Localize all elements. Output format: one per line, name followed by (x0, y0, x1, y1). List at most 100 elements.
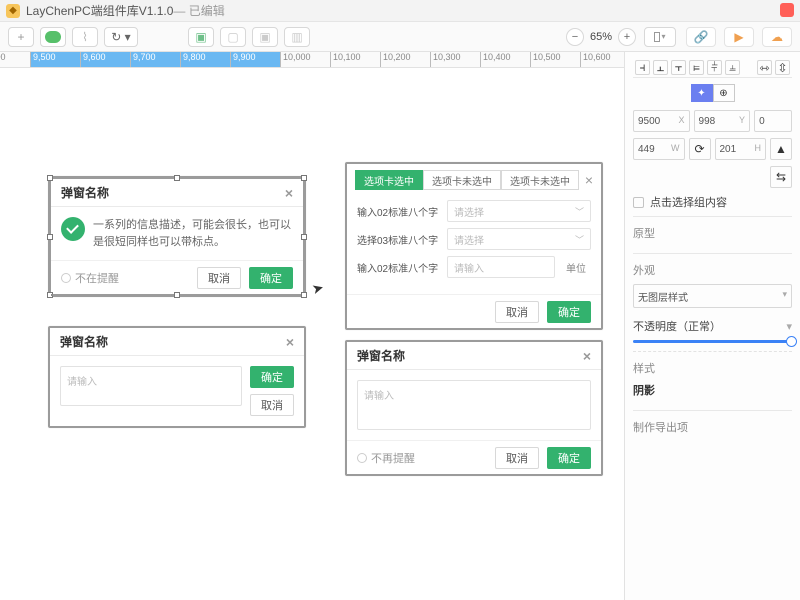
no-remind-checkbox[interactable]: 不再提醒 (357, 450, 415, 466)
dialog-description: 一系列的信息描述，可能会很长，也可以是很短同样也可以带标点。 (93, 217, 293, 250)
align-bottom-icon[interactable]: ⫨ (725, 60, 740, 75)
distribute-h-icon[interactable]: ⇿ (757, 60, 772, 75)
ruler-tick: 9,800 (180, 52, 230, 68)
opacity-slider[interactable] (633, 340, 792, 343)
inspector-mode-toggle: ✦ ⊕ (633, 84, 792, 102)
align-right-icon[interactable]: ⫟ (671, 60, 686, 75)
close-icon[interactable]: × (286, 334, 294, 350)
h-field[interactable]: 201H (715, 138, 767, 160)
opacity-label: 不透明度（正常） (633, 318, 721, 334)
play-button[interactable]: ▶ (724, 27, 754, 47)
cancel-button[interactable]: 取消 (495, 447, 539, 469)
union-button[interactable]: ▣ (188, 27, 214, 47)
cancel-button[interactable]: 取消 (250, 394, 294, 416)
ruler-tick: 10,200 (380, 52, 430, 68)
inspector-panel: ⫞ ⫠ ⫟ ⫢ ⫩ ⫨ ⇿ ⇳ ✦ ⊕ 9500X 998Y 0 449W ⟳ … (624, 52, 800, 600)
ok-button[interactable]: 确定 (249, 267, 293, 289)
zoom-controls: − 65% + (566, 28, 636, 46)
dialog-title: 弹窗名称 (357, 347, 405, 364)
section-export: 制作导出项 (633, 419, 792, 435)
align-center-h-icon[interactable]: ⫠ (653, 60, 668, 75)
subtract-button[interactable]: ▢ (220, 27, 246, 47)
align-center-v-icon[interactable]: ⫩ (707, 60, 722, 75)
section-shadow: 阴影 (633, 382, 792, 398)
zoom-out-button[interactable]: − (566, 28, 584, 46)
cancel-button[interactable]: 取消 (197, 267, 241, 289)
form-label: 输入02标准八个字 (357, 204, 441, 219)
artboard-dialog-tabs-form[interactable]: 选项卡选中 选项卡未选中 选项卡未选中 × 输入02标准八个字 请选择﹀ 选择0… (345, 162, 603, 330)
ruler-tick: 9,700 (130, 52, 180, 68)
link-button[interactable]: 🔗 (686, 27, 716, 47)
artboard-dialog-textarea[interactable]: 弹窗名称 × 请输入 确定 取消 (48, 326, 306, 428)
form-label: 输入02标准八个字 (357, 260, 441, 275)
ruler-tick: 9,900 (230, 52, 280, 68)
no-remind-checkbox[interactable]: 不在提醒 (61, 270, 119, 286)
tab[interactable]: 选项卡未选中 (423, 170, 501, 190)
flip-h-icon[interactable]: ▲ (770, 138, 792, 160)
artboard-dialog-textarea-footer[interactable]: 弹窗名称 × 请输入 不再提醒 取消 确定 (345, 340, 603, 476)
x-field[interactable]: 9500X (633, 110, 690, 132)
ok-button[interactable]: 确定 (547, 301, 591, 323)
align-left-icon[interactable]: ⫞ (635, 60, 650, 75)
select-input[interactable]: 请选择﹀ (447, 200, 591, 222)
tab-active[interactable]: 选项卡选中 (355, 170, 423, 190)
dialog-title: 弹窗名称 (60, 333, 108, 350)
click-select-content-checkbox[interactable]: 点击选择组内容 (633, 194, 792, 210)
text-input[interactable]: 请输入 (447, 256, 555, 278)
ok-button[interactable]: 确定 (250, 366, 294, 388)
close-icon[interactable]: × (285, 185, 293, 201)
intersect-button[interactable]: ▣ (252, 27, 278, 47)
section-appearance: 外观 (633, 262, 792, 278)
difference-button[interactable]: ▥ (284, 27, 310, 47)
select-input[interactable]: 请选择﹀ (447, 228, 591, 250)
distribute-v-icon[interactable]: ⇳ (775, 60, 790, 75)
form-label: 选择03标准八个字 (357, 232, 441, 247)
section-prototype: 原型 (633, 225, 792, 241)
ruler-tick: 9,400 (0, 52, 30, 68)
ok-button[interactable]: 确定 (547, 447, 591, 469)
y-field[interactable]: 998Y (694, 110, 751, 132)
ruler-tick: 10,300 (430, 52, 480, 68)
canvas-area[interactable]: 弹窗名称 × 一系列的信息描述，可能会很长，也可以是很短同样也可以带标点。 不在… (0, 68, 624, 600)
attach-button[interactable]: ⌇ (72, 27, 98, 47)
ruler-tick: 10,000 (280, 52, 330, 68)
ruler-tick: 10,600 (580, 52, 630, 68)
zoom-in-button[interactable]: + (618, 28, 636, 46)
success-icon (61, 217, 85, 241)
cancel-button[interactable]: 取消 (495, 301, 539, 323)
view-layout-button[interactable]: ▾ (644, 27, 676, 47)
close-icon[interactable]: × (583, 348, 591, 364)
prototype-tab[interactable]: ⊕ (713, 84, 735, 102)
layer-style-select[interactable]: 无图层样式▾ (633, 284, 792, 308)
shape-oval-button[interactable] (40, 27, 66, 47)
input-unit: 单位 (561, 260, 591, 275)
lock-ratio-icon[interactable]: ⟳ (689, 138, 711, 160)
rotate-button[interactable]: ↻ ▾ (104, 27, 138, 47)
chevron-down-icon: ﹀ (575, 205, 584, 218)
tab[interactable]: 选项卡未选中 (501, 170, 579, 190)
flip-v-icon[interactable]: ⇆ (770, 166, 792, 188)
window-close-icon[interactable] (780, 3, 794, 17)
ruler-tick: 10,400 (480, 52, 530, 68)
dialog-title: 弹窗名称 (61, 184, 109, 201)
chevron-down-icon: ﹀ (575, 233, 584, 246)
ruler-tick: 9,500 (30, 52, 80, 68)
close-icon[interactable]: × (585, 172, 593, 188)
plus-button[interactable]: + (8, 27, 34, 47)
align-top-icon[interactable]: ⫢ (689, 60, 704, 75)
design-tab[interactable]: ✦ (691, 84, 713, 102)
cursor-icon: ➤ (310, 279, 326, 298)
document-title: LayChenPC端组件库V1.1.0 (26, 2, 173, 19)
window-titlebar: ◆ LayChenPC端组件库V1.1.0 — 已编辑 (0, 0, 800, 22)
textarea-input[interactable]: 请输入 (357, 380, 591, 430)
app-icon: ◆ (6, 4, 20, 18)
textarea-input[interactable]: 请输入 (60, 366, 242, 406)
ruler-tick: 9,600 (80, 52, 130, 68)
extra-field[interactable]: 0 (754, 110, 792, 132)
cloud-button[interactable]: ☁ (762, 27, 792, 47)
w-field[interactable]: 449W (633, 138, 685, 160)
artboard-dialog-confirm[interactable]: 弹窗名称 × 一系列的信息描述，可能会很长，也可以是很短同样也可以带标点。 不在… (48, 176, 306, 297)
ruler-tick: 10,100 (330, 52, 380, 68)
ruler-tick: 10,500 (530, 52, 580, 68)
section-style: 样式 (633, 360, 792, 376)
